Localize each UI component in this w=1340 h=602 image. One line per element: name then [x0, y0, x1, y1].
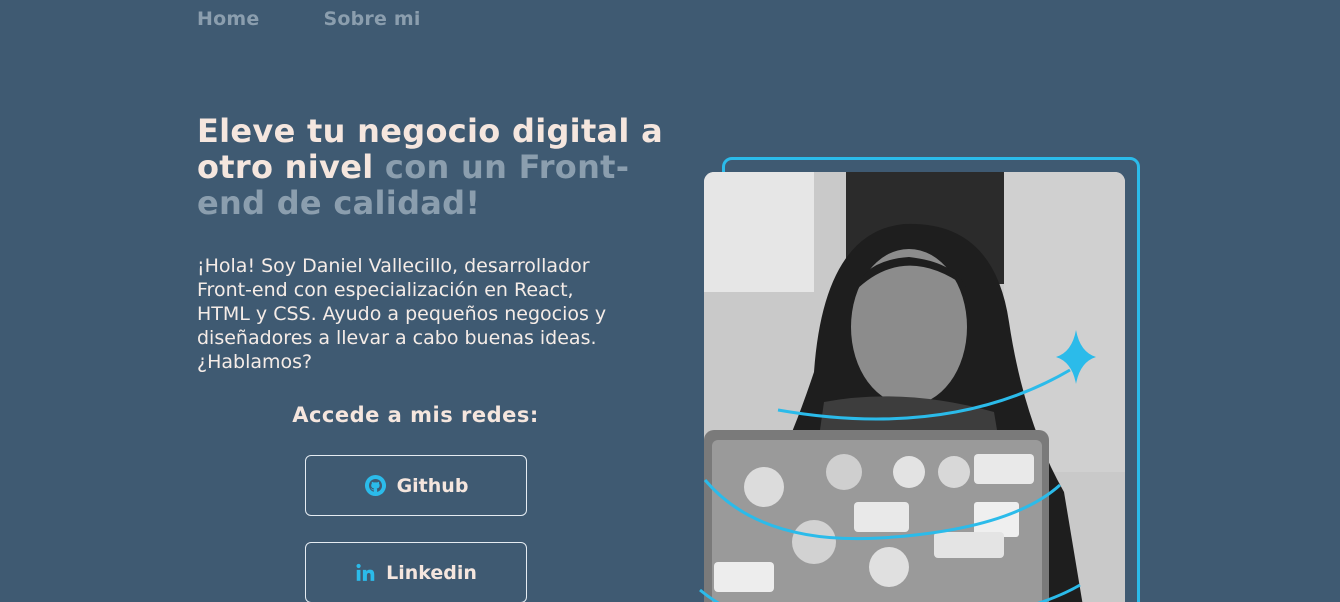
nav-home-link[interactable]: Home — [197, 8, 259, 30]
linkedin-button[interactable]: Linkedin — [305, 542, 527, 602]
linkedin-icon — [355, 562, 376, 583]
top-nav: Home Sobre mi — [197, 8, 421, 30]
hero-headline: Eleve tu negocio digital a otro nivel co… — [197, 113, 667, 221]
github-button[interactable]: Github — [305, 455, 527, 516]
github-icon — [364, 474, 387, 497]
profile-photo — [704, 172, 1125, 602]
nav-about-link[interactable]: Sobre mi — [323, 8, 420, 30]
github-label: Github — [396, 474, 469, 497]
social-title: Accede a mis redes: — [292, 403, 539, 427]
hero-intro-text: ¡Hola! Soy Daniel Vallecillo, desarrolla… — [197, 255, 607, 373]
linkedin-label: Linkedin — [386, 561, 477, 584]
